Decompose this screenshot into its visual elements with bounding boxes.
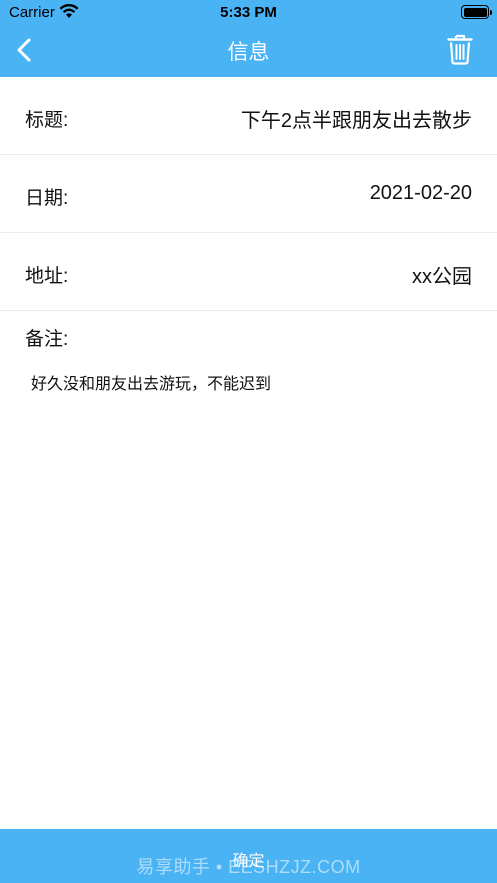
date-label: 日期: — [25, 188, 69, 209]
confirm-button[interactable]: 确定 易享助手 • EESHZJZ.COM — [0, 829, 497, 883]
status-time: 5:33 PM — [220, 4, 277, 21]
address-label: 地址: — [25, 266, 69, 287]
address-row[interactable]: 地址: xx公园 — [0, 233, 497, 311]
status-bar: Carrier 5:33 PM — [0, 0, 497, 26]
title-value: 下午2点半跟朋友出去散步 — [240, 110, 472, 132]
watermark-text: 易享助手 • EESHZJZ.COM — [136, 857, 361, 877]
notes-text[interactable]: 好久没和朋友出去游玩，不能迟到 — [31, 370, 271, 394]
delete-button[interactable] — [445, 32, 475, 66]
navigation-bar: Carrier 5:33 PM 信息 — [0, 0, 497, 77]
notes-label: 备注: — [25, 329, 69, 350]
title-label: 标题: — [25, 110, 69, 131]
date-value: 2021-02-20 — [369, 182, 472, 204]
date-row[interactable]: 日期: 2021-02-20 — [0, 155, 497, 233]
trash-icon — [447, 34, 473, 65]
title-row[interactable]: 标题: 下午2点半跟朋友出去散步 — [0, 77, 497, 155]
page-title: 信息 — [227, 41, 270, 64]
battery-icon — [461, 5, 492, 19]
address-value: xx公园 — [412, 266, 472, 288]
